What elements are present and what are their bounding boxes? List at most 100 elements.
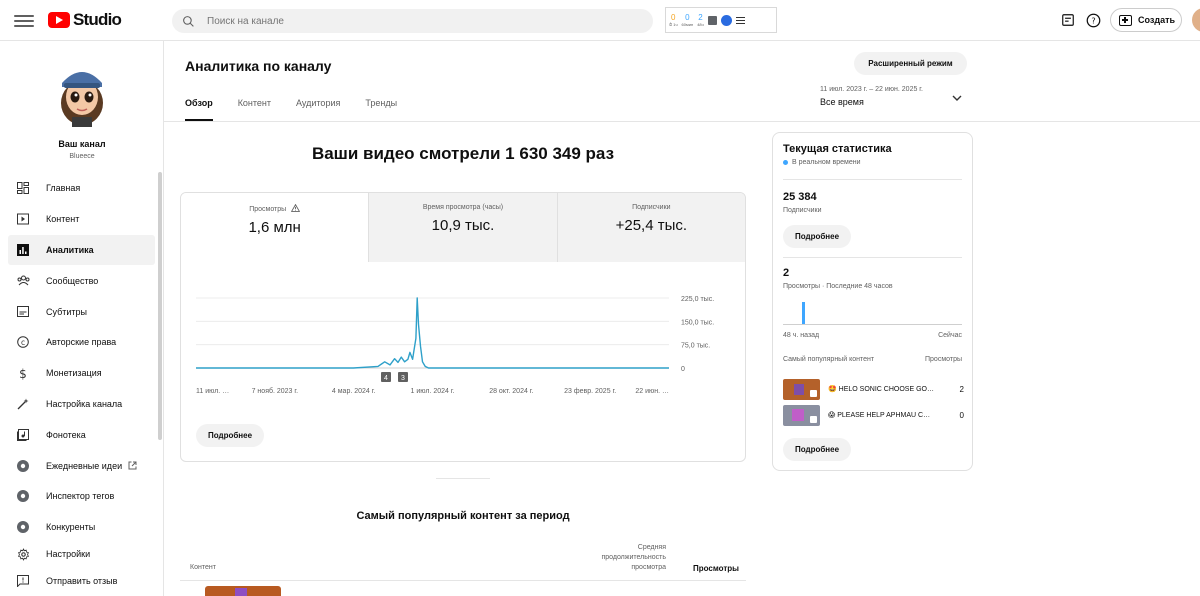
sidebar-item-audio-library[interactable]: Фонотека [8,419,155,450]
views-line-chart[interactable]: 0 75,0 тыс. 150,0 тыс. 225,0 тыс. 11 июл. … 7… [181,262,746,412]
create-button[interactable]: Создать [1110,8,1182,32]
extension-stats-widget[interactable]: 0 ⏱ 1ч 0 60мин 2 48ч [665,7,777,33]
sidebar-item-customization[interactable]: Настройка канала [8,389,155,420]
sidebar-item-monetization[interactable]: $ Монетизация [8,358,155,389]
metric-watch-time[interactable]: Время просмотра (часы) 10,9 тыс. [369,193,558,262]
account-avatar[interactable] [1192,8,1200,32]
column-header-avg-duration[interactable]: Средняя продолжительность просмотра [575,543,666,572]
extension-menu-icon[interactable] [735,15,745,26]
sidebar-nav: Главная Контент Аналитика Сообщество Суб… [8,173,155,596]
create-icon [1119,14,1132,26]
y-tick-label: 225,0 тыс. [681,296,714,303]
realtime-divider [783,179,962,180]
live-dot-icon [783,160,788,165]
sidebar-item-analytics[interactable]: Аналитика [8,234,155,266]
section-divider [436,478,490,479]
column-header-content: Контент [190,564,216,571]
y-tick-label: 75,0 тыс. [681,343,710,350]
channel-avatar[interactable] [52,57,112,129]
customization-icon [16,397,30,411]
video-thumbnail [783,378,820,400]
y-tick-label: 0 [681,366,685,373]
x-tick-label: 22 июн. … [635,388,669,395]
sidebar-item-copyright[interactable]: c Авторские права [8,327,155,358]
realtime-card: Текущая статистика В реальном времени 25… [772,132,973,471]
sidebar-item-daily-ideas[interactable]: Ежедневные идеи [8,450,155,481]
metric-views-title: Просмотры [249,206,287,213]
metric-tabs: Просмотры 1,6 млн Время просмотра (часы)… [181,193,745,262]
metric-subscribers-title: Подписчики [632,204,671,211]
extension-logo-icon[interactable] [720,14,732,26]
community-icon [16,274,30,288]
metric-views[interactable]: Просмотры 1,6 млн [181,193,370,262]
tab-content[interactable]: Контент [238,98,271,121]
metric-views-value: 1,6 млн [248,219,301,236]
subtitles-feedback-icon[interactable] [1059,11,1077,29]
menu-icon[interactable] [14,12,34,28]
advanced-mode-button[interactable]: Расширенный режим [854,52,967,75]
x-tick-label: 23 февр. 2025 г. [564,388,616,395]
header-divider [164,121,1200,122]
date-range-label: Все время [820,97,864,107]
list-item[interactable]: 🤩 HELO SONIC CHOOSE GO… 2 [783,378,964,400]
page-title: Аналитика по каналу [185,58,332,74]
sidebar-item-feedback[interactable]: Отправить отзыв [8,566,155,596]
sidebar: Ваш канал Blueece Главная Контент Аналит… [0,41,164,596]
x-tick-label: 7 нояб. 2023 г. [252,387,299,395]
tag-inspector-icon [16,489,30,503]
youtube-logo-icon [48,12,70,28]
overview-more-button[interactable]: Подробнее [196,424,264,447]
realtime-subscribers-value: 25 384 [783,191,817,203]
sidebar-item-community[interactable]: Сообщество [8,265,155,296]
metric-watch-time-value: 10,9 тыс. [431,217,495,234]
content-icon [16,212,30,226]
svg-text:?: ? [1091,15,1095,25]
external-link-icon [128,461,137,470]
sidebar-item-competitors[interactable]: Конкуренты [8,512,155,543]
realtime-subscribers-more-button[interactable]: Подробнее [783,225,851,248]
date-range-picker[interactable]: 11 июл. 2023 г. – 22 июн. 2025 г. Все вр… [820,86,970,112]
sidebar-item-settings[interactable]: Настройки [8,543,155,566]
tab-audience[interactable]: Аудитория [296,98,340,121]
sidebar-item-tag-inspector[interactable]: Инспектор тегов [8,481,155,512]
settings-icon [16,547,30,561]
realtime-top-header: Самый популярный контент [783,356,875,363]
help-icon[interactable]: ? [1084,11,1102,29]
search-bar[interactable] [172,9,653,33]
x-tick-label: 28 окт. 2024 г. [489,388,533,395]
column-header-views[interactable]: Просмотры [693,564,739,573]
realtime-content-more-button[interactable]: Подробнее [783,438,851,461]
subtitles-icon [16,305,30,319]
tab-trends[interactable]: Тренды [365,98,397,121]
list-item[interactable]: 😱 PLEASE HELP APHMAU C… 0 [783,404,964,426]
dashboard-icon [16,181,30,195]
top-video-views: 2 [959,384,964,394]
realtime-views-label: Просмотры · Последние 48 часов [783,283,893,290]
sidebar-item-dashboard[interactable]: Главная [8,173,155,204]
realtime-divider [783,257,962,258]
x-tick-label: 11 июл. … [196,388,229,395]
video-thumbnail[interactable] [205,586,281,596]
search-input[interactable] [207,15,607,27]
search-icon [183,15,194,27]
realtime-views-value: 2 [783,267,790,279]
extension-square-icon[interactable] [707,15,717,25]
studio-logo[interactable]: Studio [48,9,122,31]
sidebar-item-content[interactable]: Контент [8,204,155,235]
ext-stat-60min: 0 60мин [681,12,694,27]
analytics-tabs: Обзор Контент Аудитория Тренды [185,98,422,121]
top-bar: Studio 0 ⏱ 1ч 0 60мин 2 48ч ? Создать [0,0,1200,41]
tab-overview[interactable]: Обзор [185,98,213,121]
views-headline: Ваши видео смотрели 1 630 349 раз [311,144,615,163]
monetization-icon: $ [16,366,30,380]
sidebar-scrollbar[interactable] [158,172,162,440]
logo-text: Studio [73,10,122,29]
x-tick-label: 1 июл. 2024 г. [411,388,455,395]
metric-subscribers[interactable]: Подписчики +25,4 тыс. [557,193,745,262]
analytics-icon [16,243,30,257]
top-video-title: 😱 PLEASE HELP APHMAU C… [828,412,931,419]
video-thumbnail [783,404,820,426]
annotation-label: 3 [401,375,405,382]
sidebar-item-subtitles[interactable]: Субтитры [8,296,155,327]
svg-text:c: c [21,338,25,347]
